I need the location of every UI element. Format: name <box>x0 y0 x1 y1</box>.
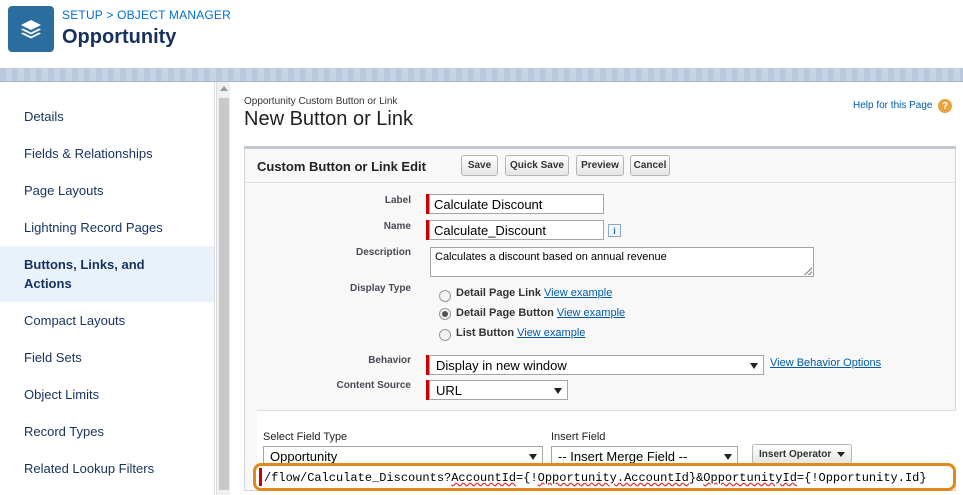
sidebar-item-fields-relationships[interactable]: Fields & Relationships <box>0 137 214 169</box>
sidebar-scrollbar[interactable] <box>216 82 230 495</box>
page-subtitle: Opportunity Custom Button or Link <box>244 96 398 107</box>
display-type-label: Display Type <box>350 283 411 294</box>
sidebar-item-compact-layouts[interactable]: Compact Layouts <box>0 304 214 336</box>
url-formula-editor[interactable]: /flow/Calculate_Discounts?AccountId={!Op… <box>253 463 956 491</box>
page-heading: New Button or Link <box>244 108 413 130</box>
select-field-type-label: Select Field Type <box>263 431 348 443</box>
radio-list-button[interactable] <box>439 329 451 341</box>
insert-operator-button[interactable]: Insert Operator <box>752 444 853 464</box>
scrollbar-thumb[interactable] <box>219 98 229 490</box>
setup-header: SETUP > OBJECT MANAGER Opportunity <box>0 0 963 68</box>
header-band <box>0 68 963 82</box>
required-indicator <box>259 468 262 486</box>
sidebar-item-field-sets[interactable]: Field Sets <box>0 341 214 373</box>
page-title: Opportunity <box>62 26 177 48</box>
breadcrumb[interactable]: SETUP > OBJECT MANAGER <box>62 8 231 22</box>
sidebar-item-related-lookup-filters[interactable]: Related Lookup Filters <box>0 452 214 484</box>
radio-detail-page-link[interactable] <box>439 290 451 302</box>
list-button-option: List Button View example <box>456 327 586 339</box>
layers-icon <box>8 6 54 52</box>
detail-page-button-option: Detail Page Button View example <box>456 307 626 319</box>
help-for-this-page-link[interactable]: Help for this Page <box>853 100 933 111</box>
chevron-down-icon <box>724 454 732 460</box>
behavior-label: Behavior <box>368 355 411 366</box>
resize-grip-icon[interactable] <box>804 267 812 275</box>
view-example-link[interactable]: View example <box>517 327 585 339</box>
label-input[interactable]: Calculate Discount <box>429 194 604 214</box>
description-textarea[interactable]: Calculates a discount based on annual re… <box>430 247 814 277</box>
sidebar-item-object-limits[interactable]: Object Limits <box>0 378 214 410</box>
detail-page-link-option: Detail Page Link View example <box>456 287 613 299</box>
label-field-label: Label <box>384 195 411 206</box>
chevron-down-icon <box>529 454 537 460</box>
name-field-label: Name <box>383 221 411 232</box>
sidebar-item-buttons-links-actions[interactable]: Buttons, Links, and Actions <box>0 246 214 302</box>
content-source-select[interactable]: URL <box>429 380 568 400</box>
view-example-link[interactable]: View example <box>557 307 625 319</box>
sidebar-item-details[interactable]: Details <box>0 100 214 132</box>
scroll-up-arrow-icon[interactable] <box>220 86 228 91</box>
chevron-down-icon <box>554 388 562 394</box>
panel-header: Custom Button or Link Edit Save Quick Sa… <box>245 149 955 183</box>
radio-detail-page-button[interactable] <box>439 308 451 320</box>
insert-field-label: Insert Field <box>551 431 606 443</box>
preview-button[interactable]: Preview <box>576 155 624 176</box>
help-icon[interactable]: ? <box>938 99 952 113</box>
info-icon[interactable]: i <box>608 224 621 237</box>
url-formula-text: /flow/Calculate_Discounts?AccountId={!Op… <box>264 471 927 485</box>
save-button[interactable]: Save <box>461 155 498 176</box>
cancel-button[interactable]: Cancel <box>630 155 670 176</box>
view-example-link[interactable]: View example <box>544 287 612 299</box>
description-field-label: Description <box>355 247 411 258</box>
sidebar-item-lightning-record-pages[interactable]: Lightning Record Pages <box>0 211 214 243</box>
quick-save-button[interactable]: Quick Save <box>505 155 569 176</box>
view-behavior-options-link[interactable]: View Behavior Options <box>770 357 881 369</box>
sidebar-item-page-layouts[interactable]: Page Layouts <box>0 174 214 206</box>
content-source-label: Content Source <box>336 380 411 391</box>
chevron-down-icon <box>837 451 846 457</box>
sidebar: Details Fields & Relationships Page Layo… <box>0 82 215 495</box>
panel-title: Custom Button or Link Edit <box>257 159 426 174</box>
behavior-select[interactable]: Display in new window <box>429 355 764 375</box>
name-input[interactable]: Calculate_Discount <box>429 220 604 240</box>
sidebar-item-record-types[interactable]: Record Types <box>0 415 214 447</box>
chevron-down-icon <box>750 363 758 369</box>
